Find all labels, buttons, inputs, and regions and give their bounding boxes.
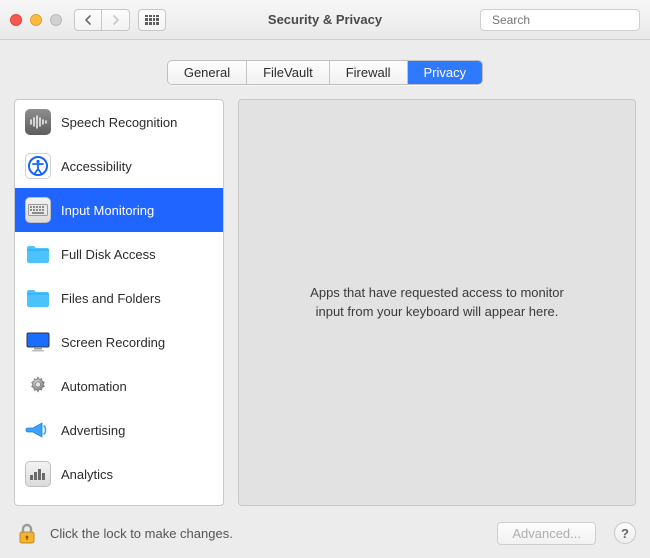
show-all-prefs-button[interactable]: [138, 9, 166, 31]
sidebar-item-label: Advertising: [61, 423, 125, 438]
sidebar-item-files-and-folders[interactable]: Files and Folders: [15, 276, 223, 320]
sidebar-item-accessibility[interactable]: Accessibility: [15, 144, 223, 188]
sidebar-item-label: Files and Folders: [61, 291, 161, 306]
privacy-panes: Speech Recognition Accessibility Input M…: [14, 99, 636, 506]
nav-buttons: [74, 9, 130, 31]
sidebar-item-analytics[interactable]: Analytics: [15, 452, 223, 496]
sidebar-item-label: Screen Recording: [61, 335, 165, 350]
close-window-button[interactable]: [10, 14, 22, 26]
accessibility-icon: [25, 153, 51, 179]
sidebar-item-label: Automation: [61, 379, 127, 394]
privacy-detail-pane: Apps that have requested access to monit…: [238, 99, 636, 506]
search-input[interactable]: [492, 13, 647, 27]
waveform-icon: [25, 109, 51, 135]
advanced-button[interactable]: Advanced...: [497, 522, 596, 545]
display-icon: [25, 329, 51, 355]
chart-icon: [25, 461, 51, 487]
tab-filevault[interactable]: FileVault: [247, 61, 330, 84]
help-button[interactable]: ?: [614, 522, 636, 544]
chevron-right-icon: [112, 15, 120, 25]
tab-general[interactable]: General: [168, 61, 247, 84]
sidebar-item-label: Full Disk Access: [61, 247, 156, 262]
forward-button[interactable]: [102, 9, 130, 31]
folder-icon: [25, 285, 51, 311]
question-mark-icon: ?: [621, 526, 629, 541]
lock-hint-label: Click the lock to make changes.: [50, 526, 233, 541]
minimize-window-button[interactable]: [30, 14, 42, 26]
window-body: General FileVault Firewall Privacy Speec…: [0, 40, 650, 558]
back-button[interactable]: [74, 9, 102, 31]
sidebar-item-input-monitoring[interactable]: Input Monitoring: [15, 188, 223, 232]
keyboard-icon: [25, 197, 51, 223]
gear-icon: [25, 373, 51, 399]
sidebar-item-automation[interactable]: Automation: [15, 364, 223, 408]
folder-icon: [25, 241, 51, 267]
search-field[interactable]: [480, 9, 640, 31]
sidebar-item-label: Accessibility: [61, 159, 132, 174]
zoom-window-button[interactable]: [50, 14, 62, 26]
empty-state-message: Apps that have requested access to monit…: [307, 284, 567, 320]
sidebar-item-speech-recognition[interactable]: Speech Recognition: [15, 100, 223, 144]
titlebar: Security & Privacy: [0, 0, 650, 40]
sidebar-item-label: Analytics: [61, 467, 113, 482]
footer: Click the lock to make changes. Advanced…: [14, 520, 636, 546]
grid-icon: [145, 15, 159, 25]
privacy-category-list[interactable]: Speech Recognition Accessibility Input M…: [14, 99, 224, 506]
tab-firewall[interactable]: Firewall: [330, 61, 408, 84]
sidebar-item-full-disk-access[interactable]: Full Disk Access: [15, 232, 223, 276]
traffic-lights: [10, 14, 62, 26]
tab-bar: General FileVault Firewall Privacy: [14, 60, 636, 85]
sidebar-item-label: Input Monitoring: [61, 203, 154, 218]
sidebar-item-screen-recording[interactable]: Screen Recording: [15, 320, 223, 364]
lock-icon[interactable]: [14, 520, 40, 546]
tab-privacy[interactable]: Privacy: [408, 61, 483, 84]
chevron-left-icon: [84, 15, 92, 25]
megaphone-icon: [25, 417, 51, 443]
sidebar-item-advertising[interactable]: Advertising: [15, 408, 223, 452]
sidebar-item-label: Speech Recognition: [61, 115, 177, 130]
